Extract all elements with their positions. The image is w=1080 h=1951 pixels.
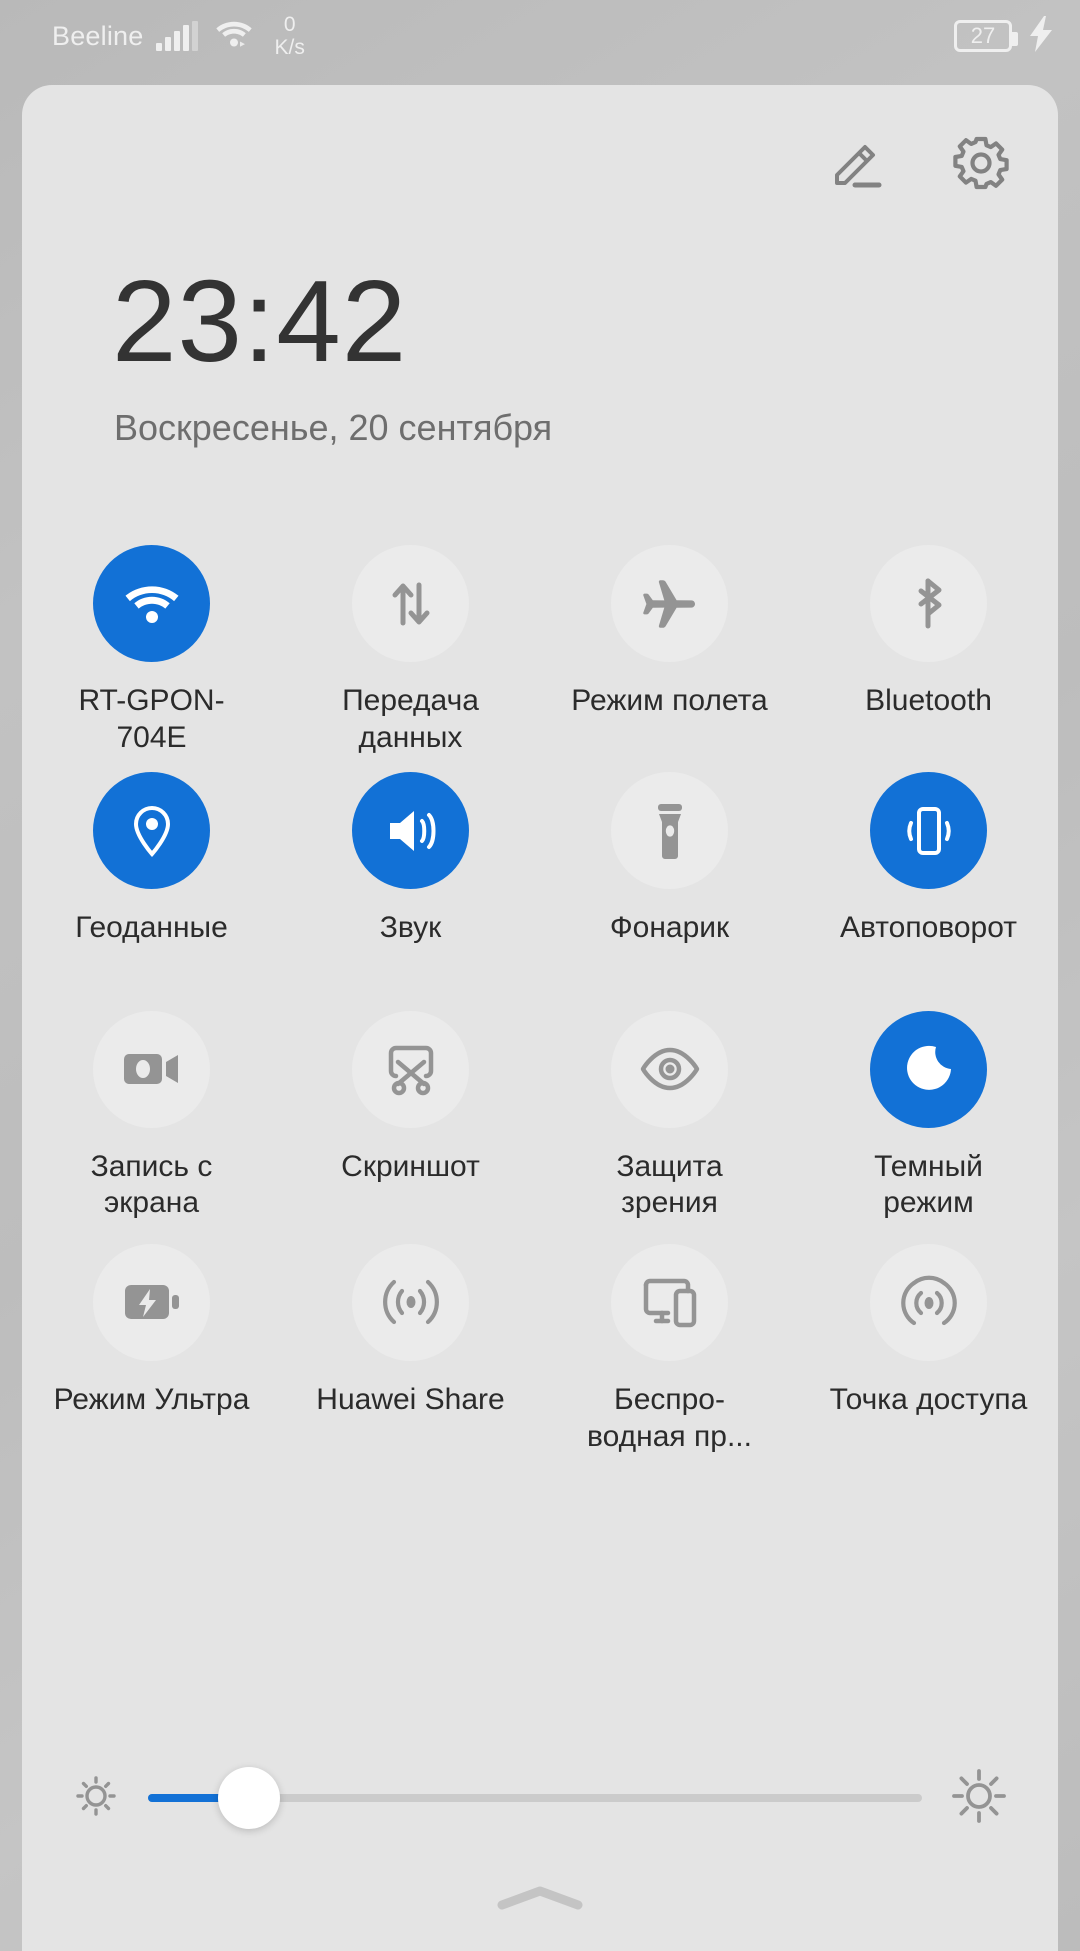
edit-button[interactable] — [826, 132, 888, 194]
panel-actions — [826, 132, 1012, 194]
battery-indicator: 27 — [954, 20, 1018, 52]
toggle-screenshot[interactable]: Скриншот — [281, 1010, 540, 1222]
auto-rotate-icon — [906, 806, 951, 855]
toggle-circle[interactable] — [611, 1243, 728, 1361]
brightness-high-icon — [948, 1765, 1010, 1832]
bluetooth-icon — [918, 578, 941, 628]
quick-toggle-grid: RT-GPON-704E Передача данных Режим полет… — [22, 545, 1058, 1455]
toggle-circle[interactable] — [611, 545, 728, 662]
toggle-huawei-share[interactable]: Huawei Share — [281, 1243, 540, 1455]
brightness-slider[interactable] — [148, 1767, 922, 1829]
lightning-bolt-icon — [1028, 15, 1054, 57]
toggle-circle[interactable] — [611, 1010, 728, 1128]
edit-icon — [835, 145, 882, 188]
clock-date: Воскресенье, 20 сентября — [114, 407, 553, 448]
toggle-row: RT-GPON-704E Передача данных Режим полет… — [22, 545, 1058, 756]
sound-icon — [389, 810, 435, 851]
toggle-row: Геоданные Звук Фонарик Автоповорот — [22, 772, 1058, 947]
wireless-projection-icon — [643, 1279, 696, 1328]
toggle-circle[interactable] — [352, 1243, 469, 1361]
flashlight-icon — [657, 803, 682, 859]
airplane-icon — [642, 579, 695, 628]
screen-record-icon — [123, 1054, 178, 1085]
toggle-circle[interactable] — [870, 1010, 987, 1128]
toggle-label: Защита зрения — [616, 1149, 723, 1220]
toggle-sound[interactable]: Звук — [281, 772, 540, 947]
eye-comfort-icon — [640, 1048, 699, 1091]
clock-time: 23:42 — [112, 256, 408, 386]
toggle-circle[interactable] — [93, 1243, 210, 1361]
gear-icon — [953, 136, 1009, 190]
scissors-icon — [388, 1046, 433, 1096]
collapse-handle[interactable] — [22, 1881, 1058, 1915]
network-speed-value: 0 — [283, 13, 296, 36]
quick-settings-panel: 23:42 Воскресенье, 20 сентября RT-GPON-7… — [22, 85, 1058, 1951]
toggle-label: Геоданные — [75, 911, 228, 945]
mobile-data-icon — [392, 582, 429, 625]
wifi-icon — [125, 585, 178, 623]
dark-mode-icon — [906, 1046, 951, 1091]
toggle-row: Режим Ультра Huawei Share Беспро-водная … — [22, 1243, 1058, 1455]
toggle-circle[interactable] — [93, 545, 210, 662]
settings-button[interactable] — [950, 132, 1012, 194]
wifi-icon — [215, 19, 253, 54]
toggle-bluetooth[interactable]: Bluetooth — [799, 545, 1058, 756]
toggle-hotspot[interactable]: Точка доступа — [799, 1243, 1058, 1455]
toggle-circle[interactable] — [870, 772, 987, 890]
brightness-control — [22, 1753, 1058, 1843]
toggle-dark-mode[interactable]: Темный режим — [799, 1010, 1058, 1222]
toggle-circle[interactable] — [93, 1010, 210, 1128]
toggle-flashlight[interactable]: Фонарик — [540, 772, 799, 947]
toggle-label: Скриншот — [341, 1149, 480, 1183]
status-bar-left: Beeline 0 K/s — [52, 14, 305, 58]
status-bar-right: 27 — [954, 15, 1054, 57]
brightness-low-icon — [70, 1770, 122, 1827]
location-icon — [133, 805, 170, 857]
toggle-mobile-data[interactable]: Передача данных — [281, 545, 540, 756]
toggle-label: Беспро-водная пр... — [587, 1382, 752, 1453]
toggle-circle[interactable] — [352, 1010, 469, 1128]
toggle-label: Huawei Share — [316, 1382, 505, 1416]
toggle-circle[interactable] — [93, 772, 210, 890]
battery-saver-icon — [124, 1285, 179, 1320]
toggle-label: Фонарик — [609, 911, 730, 945]
network-speed-unit: K/s — [274, 36, 305, 59]
toggle-circle[interactable] — [611, 772, 728, 890]
toggle-screen-record[interactable]: Запись с экрана — [22, 1010, 281, 1222]
toggle-row: Запись с экрана Скриншот Защита зрения Т… — [22, 1010, 1058, 1222]
battery-percent-text: 27 — [970, 23, 996, 48]
toggle-label: Автоповорот — [839, 911, 1018, 945]
toggle-eye-comfort[interactable]: Защита зрения — [540, 1010, 799, 1222]
toggle-airplane-mode[interactable]: Режим полета — [540, 545, 799, 756]
toggle-label: Режим полета — [571, 684, 768, 717]
toggle-label: Передача данных — [342, 684, 479, 754]
toggle-circle[interactable] — [870, 545, 987, 662]
carrier-name: Beeline — [52, 20, 144, 51]
toggle-wireless-projection[interactable]: Беспро-водная пр... — [540, 1243, 799, 1455]
toggle-circle[interactable] — [352, 772, 469, 890]
toggle-label: Запись с экрана — [90, 1149, 213, 1220]
toggle-label: Звук — [379, 911, 442, 945]
toggle-ultra-power-saving[interactable]: Режим Ультра — [22, 1243, 281, 1455]
cellular-signal-icon — [156, 21, 199, 51]
hotspot-icon — [900, 1276, 957, 1326]
toggle-label: Режим Ультра — [53, 1382, 250, 1416]
toggle-wifi[interactable]: RT-GPON-704E — [22, 545, 281, 756]
toggle-label: Темный режим — [874, 1149, 983, 1220]
slider-thumb[interactable] — [217, 1767, 280, 1829]
toggle-label: Bluetooth — [865, 684, 992, 717]
toggle-auto-rotate[interactable]: Автоповорот — [799, 772, 1058, 947]
toggle-location[interactable]: Геоданные — [22, 772, 281, 947]
network-speed: 0 K/s — [274, 14, 304, 58]
toggle-label: RT-GPON-704E — [78, 684, 225, 754]
toggle-circle[interactable] — [352, 545, 469, 662]
toggle-label: Точка доступа — [829, 1382, 1028, 1416]
status-bar: Beeline 0 K/s 27 — [0, 0, 1080, 72]
chevron-up-icon — [497, 1886, 583, 1910]
toggle-circle[interactable] — [870, 1243, 987, 1361]
huawei-share-icon — [382, 1280, 439, 1325]
